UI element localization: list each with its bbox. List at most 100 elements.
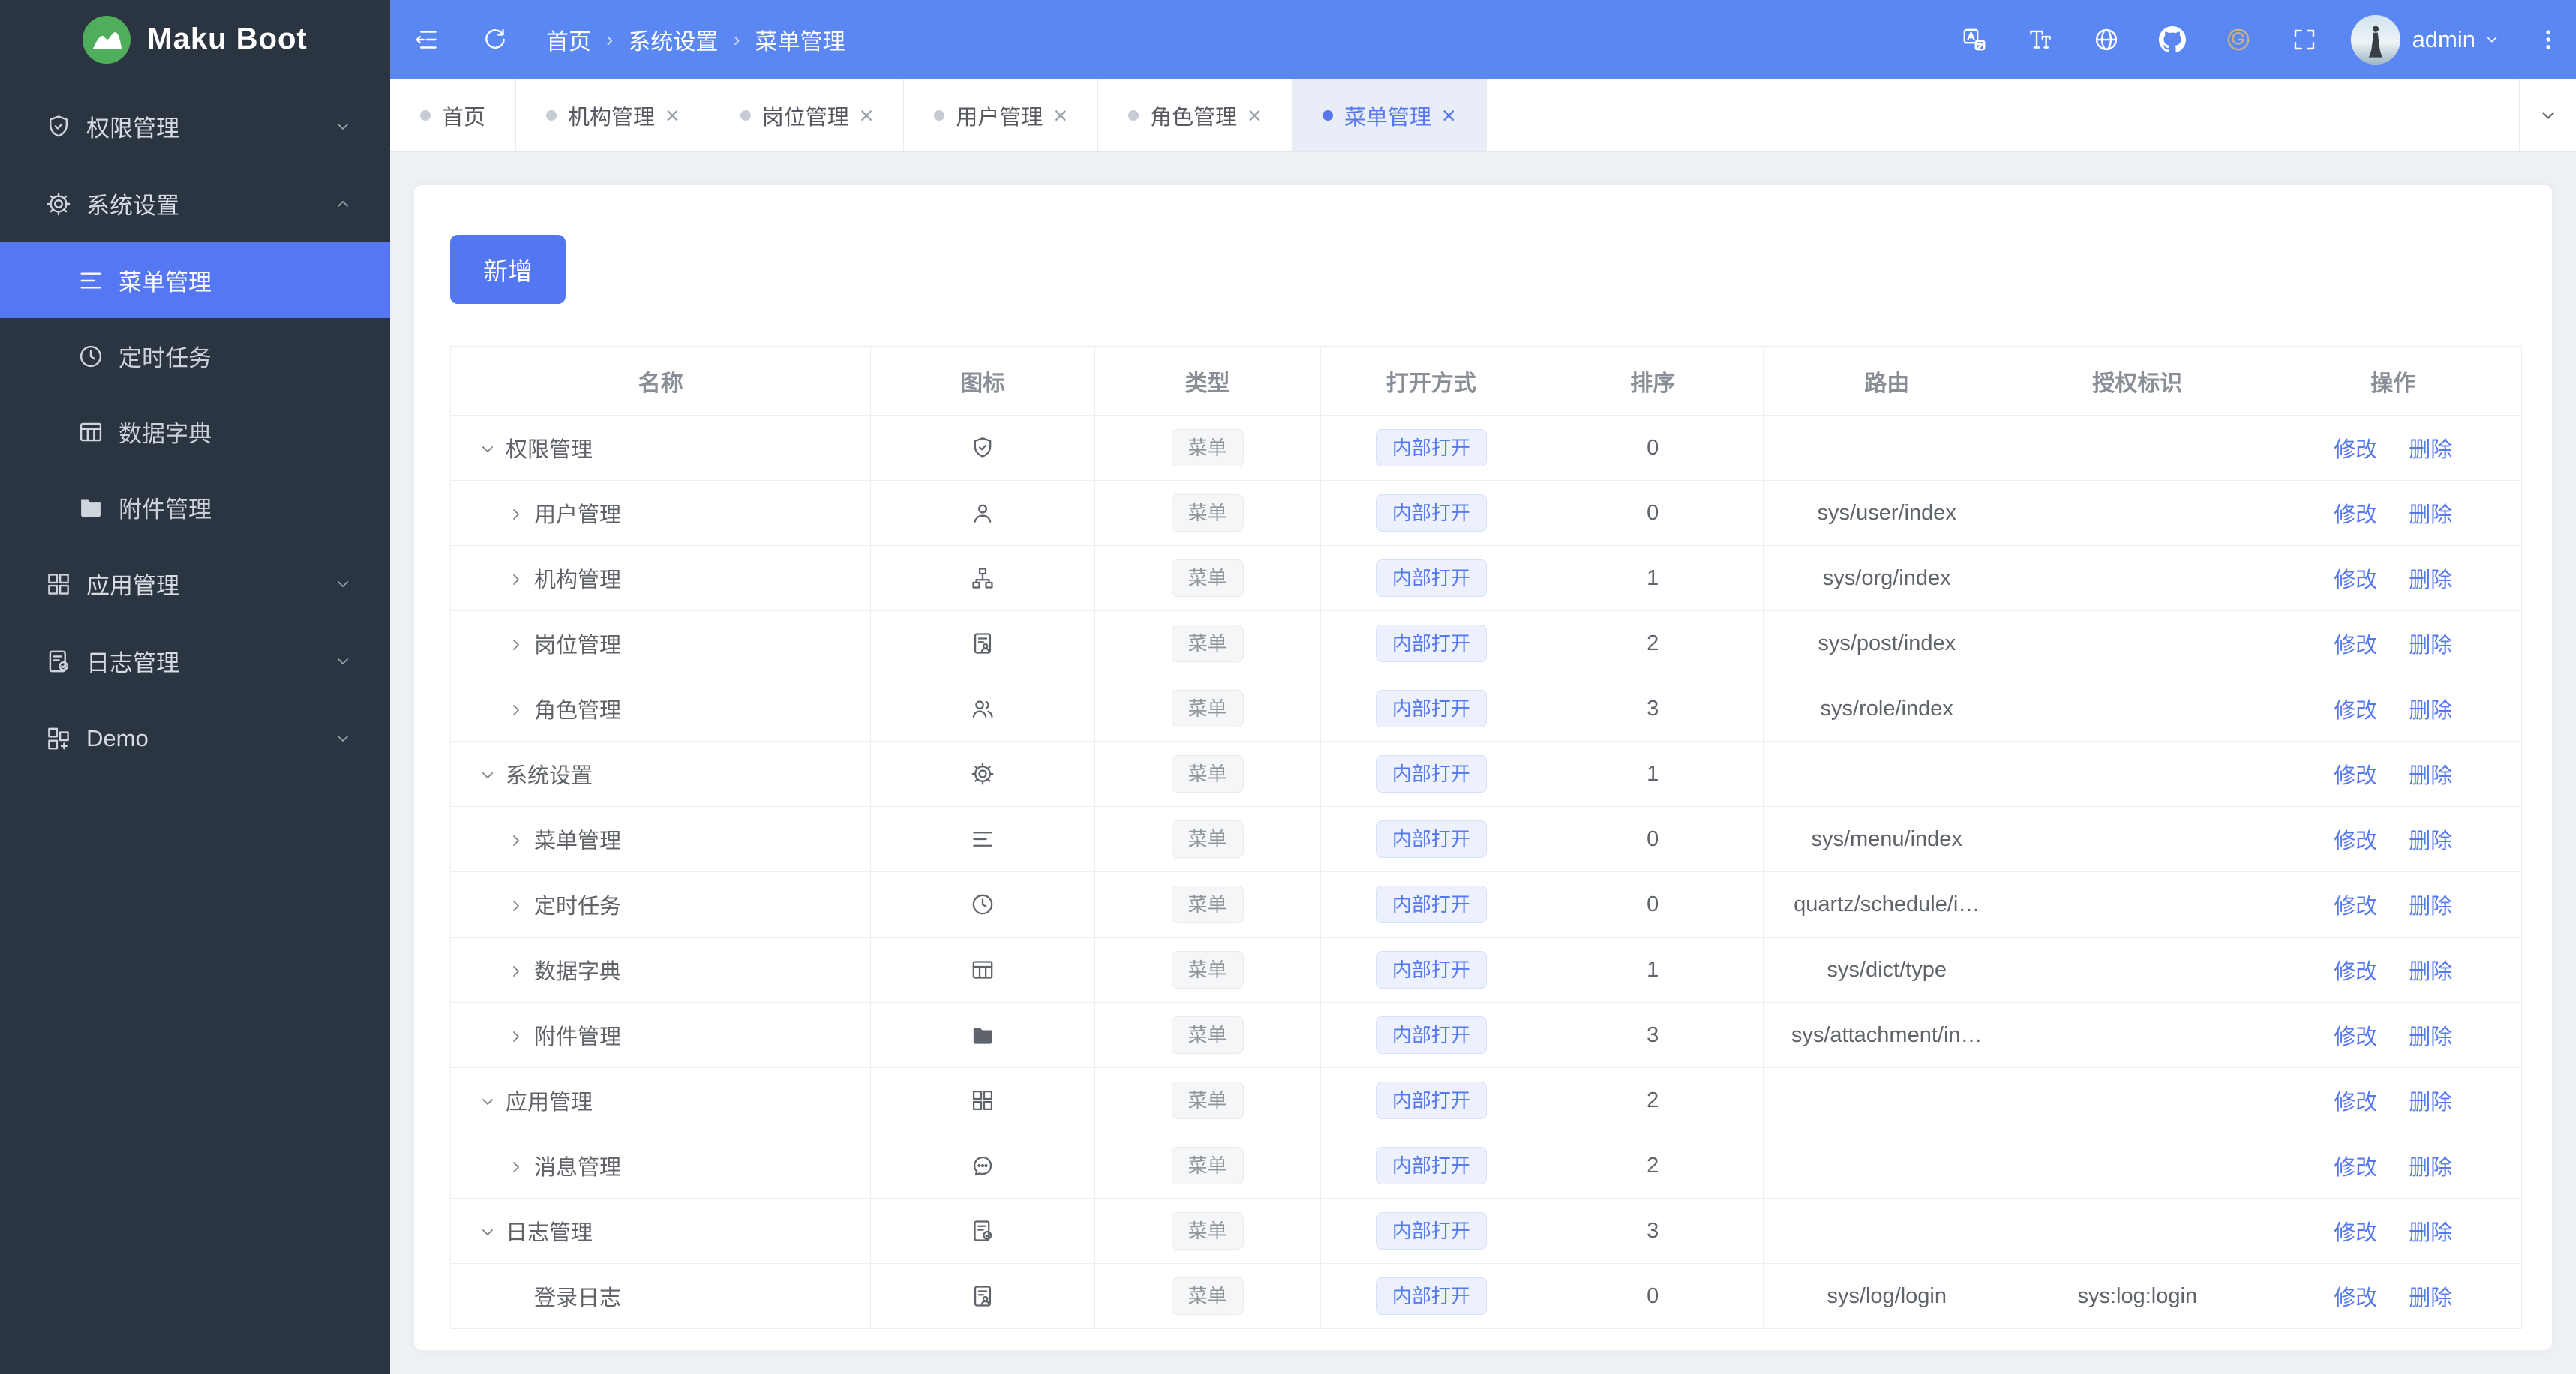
delete-link[interactable]: 删除 — [2409, 764, 2452, 788]
menu-name: 岗位管理 — [534, 634, 622, 658]
edit-link[interactable]: 修改 — [2334, 830, 2377, 854]
collapse-row-icon[interactable] — [478, 1092, 497, 1112]
tab-home[interactable]: 首页 — [390, 79, 517, 152]
gitee-icon[interactable] — [2225, 26, 2252, 53]
expand-row-icon[interactable] — [506, 1157, 526, 1177]
icon-cell — [870, 1198, 1095, 1264]
auth-cell — [2009, 676, 2265, 742]
app-logo[interactable]: Maku Boot — [0, 0, 390, 79]
edit-link[interactable]: 修改 — [2334, 699, 2377, 723]
edit-link[interactable]: 修改 — [2334, 1156, 2377, 1180]
edit-link[interactable]: 修改 — [2334, 1090, 2377, 1114]
delete-link[interactable]: 删除 — [2409, 1221, 2452, 1245]
breadcrumb-item[interactable]: 首页 — [546, 23, 591, 56]
tab-org[interactable]: 机构管理 × — [516, 79, 710, 152]
sort-cell: 0 — [1542, 1263, 1764, 1329]
name-cell: 菜单管理 — [449, 806, 872, 872]
edit-link[interactable]: 修改 — [2334, 764, 2377, 788]
sidebar: Maku Boot 权限管理 系统设置 菜单管理 定时任务 数据字典 附件管理 应用管理 日志… — [0, 0, 390, 1374]
collapse-row-icon[interactable] — [478, 1222, 497, 1242]
sidebar-item-demo[interactable]: Demo — [0, 700, 390, 777]
type-tag: 菜单 — [1171, 1016, 1244, 1054]
more-options-icon[interactable] — [2535, 27, 2561, 52]
tab-label: 机构管理 — [568, 105, 656, 130]
column-header: 路由 — [1763, 346, 2010, 416]
edit-link[interactable]: 修改 — [2334, 1286, 2377, 1310]
delete-link[interactable]: 删除 — [2409, 1156, 2452, 1180]
open-mode-tag: 内部打开 — [1375, 1277, 1487, 1315]
font-size-icon[interactable] — [2027, 26, 2054, 53]
tab-role[interactable]: 角色管理 × — [1098, 79, 1293, 152]
menu-name: 日志管理 — [506, 1221, 593, 1245]
route-cell: sys/user/index — [1763, 480, 2010, 546]
expand-row-icon[interactable] — [506, 962, 526, 981]
close-tab-icon[interactable]: × — [665, 104, 680, 128]
edit-link[interactable]: 修改 — [2334, 634, 2377, 658]
fullscreen-icon[interactable] — [2291, 26, 2318, 53]
expand-row-icon[interactable] — [506, 700, 526, 720]
delete-link[interactable]: 删除 — [2409, 503, 2452, 527]
close-tab-icon[interactable]: × — [1442, 104, 1456, 128]
tab-post[interactable]: 岗位管理 × — [710, 79, 905, 152]
apps2-icon — [45, 725, 72, 752]
sidebar-item-permission[interactable]: 权限管理 — [0, 88, 390, 165]
column-header: 图标 — [870, 346, 1095, 416]
sidebar-item-dict[interactable]: 数据字典 — [0, 394, 390, 470]
user-menu[interactable]: admin — [2350, 14, 2501, 64]
users-icon — [970, 696, 995, 722]
expand-row-icon[interactable] — [506, 1027, 526, 1046]
edit-link[interactable]: 修改 — [2334, 960, 2377, 984]
type-cell: 菜单 — [1094, 806, 1321, 872]
add-button[interactable]: 新增 — [450, 235, 566, 304]
github-icon[interactable] — [2158, 26, 2186, 53]
delete-link[interactable]: 删除 — [2409, 634, 2452, 658]
sort-cell: 1 — [1542, 545, 1764, 611]
globe-icon[interactable] — [2093, 26, 2120, 53]
sidebar-item-menu-mgmt[interactable]: 菜单管理 — [0, 242, 390, 318]
delete-link[interactable]: 删除 — [2409, 568, 2452, 592]
delete-link[interactable]: 删除 — [2409, 830, 2452, 854]
tab-user[interactable]: 用户管理 × — [904, 79, 1099, 152]
expand-row-icon[interactable] — [506, 635, 526, 655]
translate-icon[interactable] — [1961, 26, 1988, 53]
expand-row-icon[interactable] — [506, 831, 526, 850]
sidebar-item-apps[interactable]: 应用管理 — [0, 545, 390, 622]
delete-link[interactable]: 删除 — [2409, 699, 2452, 723]
delete-link[interactable]: 删除 — [2409, 1286, 2452, 1310]
tabs-dropdown-button[interactable] — [2519, 79, 2576, 152]
sidebar-item-attachment[interactable]: 附件管理 — [0, 470, 390, 545]
type-tag: 菜单 — [1171, 951, 1244, 988]
edit-link[interactable]: 修改 — [2334, 503, 2377, 527]
sidebar-item-schedule[interactable]: 定时任务 — [0, 318, 390, 394]
edit-link[interactable]: 修改 — [2334, 1221, 2377, 1245]
table-row: 岗位管理 菜单 内部打开 2 sys/post/index 修改 删除 — [449, 610, 2523, 676]
delete-link[interactable]: 删除 — [2409, 960, 2452, 984]
collapse-row-icon[interactable] — [478, 440, 497, 459]
breadcrumb-item[interactable]: 系统设置 — [628, 23, 718, 56]
delete-link[interactable]: 删除 — [2409, 1090, 2452, 1114]
close-tab-icon[interactable]: × — [1247, 104, 1262, 128]
delete-link[interactable]: 删除 — [2409, 1025, 2452, 1049]
edit-link[interactable]: 修改 — [2334, 1025, 2377, 1049]
expand-row-icon[interactable] — [506, 896, 526, 916]
tab-status-dot — [740, 110, 751, 121]
table-row: 登录日志 菜单 内部打开 0 sys/log/login sys:log:login 修改 删… — [449, 1263, 2523, 1329]
folder-icon — [77, 494, 104, 521]
tab-menu[interactable]: 菜单管理 × — [1292, 79, 1487, 152]
edit-link[interactable]: 修改 — [2334, 895, 2377, 919]
sidebar-item-logs[interactable]: 日志管理 — [0, 622, 390, 700]
collapse-sidebar-icon[interactable] — [413, 26, 440, 53]
delete-link[interactable]: 删除 — [2409, 438, 2452, 462]
close-tab-icon[interactable]: × — [1053, 104, 1067, 128]
delete-link[interactable]: 删除 — [2409, 895, 2452, 919]
close-tab-icon[interactable]: × — [860, 104, 874, 128]
collapse-row-icon[interactable] — [478, 766, 497, 785]
refresh-icon[interactable] — [482, 26, 509, 53]
edit-link[interactable]: 修改 — [2334, 568, 2377, 592]
expand-row-icon[interactable] — [506, 570, 526, 590]
expand-row-icon[interactable] — [506, 505, 526, 524]
actions-cell: 修改 删除 — [2264, 1067, 2523, 1133]
chevron-down-icon — [2537, 104, 2559, 127]
edit-link[interactable]: 修改 — [2334, 438, 2377, 462]
sidebar-item-system[interactable]: 系统设置 — [0, 165, 390, 242]
